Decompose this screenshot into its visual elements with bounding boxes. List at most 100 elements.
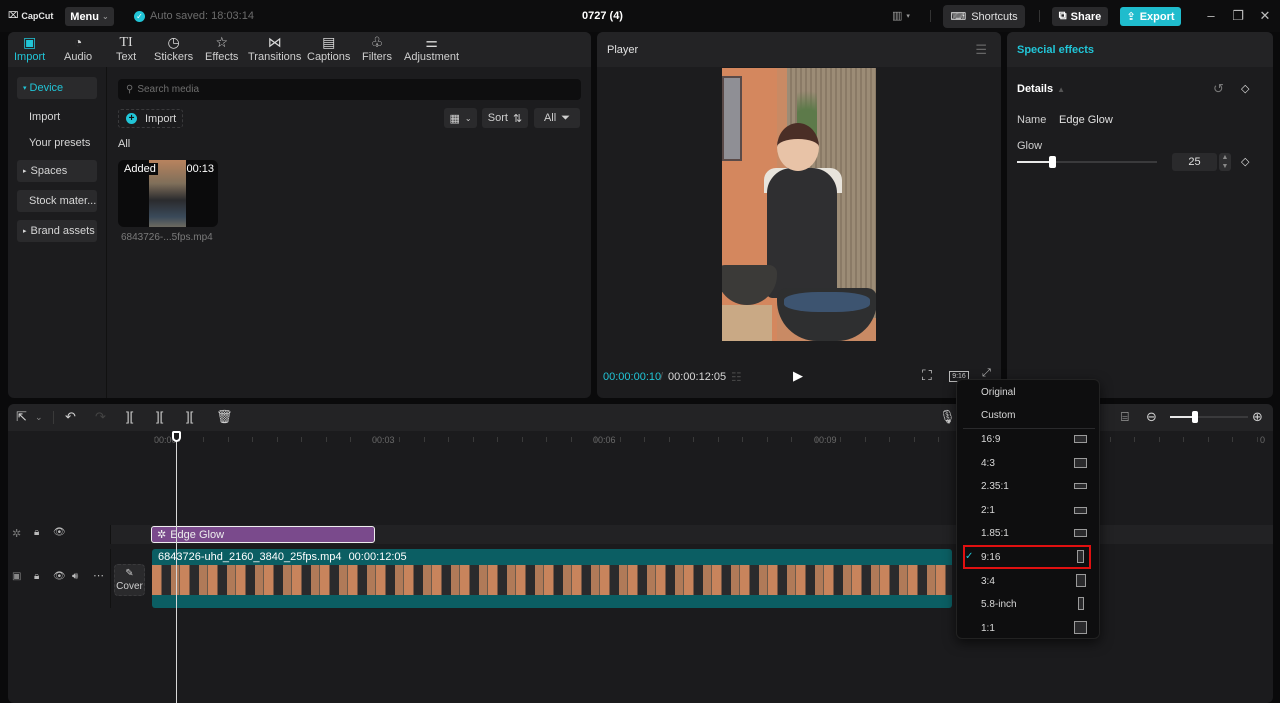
trim-left-icon[interactable]: ][ — [156, 409, 163, 424]
zoom-in-icon[interactable]: ⊕ — [1252, 409, 1263, 425]
ratio-option-2-1[interactable]: 2:1 — [957, 499, 1101, 521]
glow-slider[interactable] — [1017, 156, 1157, 168]
eye-icon[interactable]: 👁︎ — [53, 571, 66, 582]
sidebar-item-brand-assets[interactable]: ▸ Brand assets — [17, 220, 97, 242]
tab-import[interactable]: ▣ Import — [14, 34, 45, 63]
ratio-option-1-1[interactable]: 1:1 — [957, 617, 1101, 639]
import-button[interactable]: + Import — [118, 109, 183, 128]
clip-frame — [908, 565, 936, 595]
tab-effects[interactable]: ☆ Effects — [205, 34, 238, 63]
split-icon[interactable]: ][ — [126, 409, 133, 424]
fit-view-icon[interactable]: ⛶ — [922, 367, 932, 384]
glow-slider-thumb[interactable] — [1049, 156, 1056, 168]
share-button[interactable]: ⧉ Share — [1052, 7, 1108, 26]
hamburger-menu-icon[interactable]: ☰ — [975, 42, 987, 58]
video-clip[interactable]: 6843726-uhd_2160_3840_25fps.mp4 00:00:12… — [152, 549, 952, 608]
zoom-out-icon[interactable]: ⊖ — [1146, 409, 1157, 425]
export-button[interactable]: ⇪ Export — [1120, 7, 1181, 26]
microphone-icon[interactable]: 🎙 — [939, 409, 956, 425]
playhead-handle[interactable] — [172, 431, 181, 442]
play-button[interactable]: ▶ — [793, 368, 803, 384]
clip-frame — [488, 565, 516, 595]
sidebar-item-stock-material[interactable]: Stock mater... — [17, 190, 97, 212]
filter-button[interactable]: All ⏷ — [534, 108, 580, 128]
ratio-option-16-9[interactable]: 16:9 — [957, 428, 1101, 450]
video-preview[interactable] — [722, 68, 876, 341]
menu-button[interactable]: Menu ⌄ — [65, 7, 114, 26]
cover-button[interactable]: ✎ Cover — [114, 564, 145, 596]
close-button[interactable]: ✕ — [1257, 8, 1273, 24]
shortcuts-button[interactable]: ⌨ Shortcuts — [943, 5, 1025, 28]
glow-value-input[interactable]: 25 — [1172, 153, 1217, 171]
aspect-ratio-dropdown: Original Custom 16:9 4:3 2.35:1 2:1 1.85… — [956, 379, 1100, 639]
ratio-option-1-85-1[interactable]: 1.85:1 — [957, 522, 1101, 544]
search-input[interactable]: ⚲ Search media — [118, 79, 581, 100]
ruler-tick — [938, 437, 939, 442]
lock-icon[interactable]: 🔒︎ — [34, 571, 39, 582]
reset-icon[interactable]: ↺ — [1213, 81, 1224, 97]
clip-frame — [292, 565, 320, 595]
ruler-tick — [669, 437, 670, 442]
effect-clip[interactable]: ✲ Edge Glow — [151, 526, 375, 543]
ruler-tick — [1183, 437, 1184, 442]
ratio-4-3-icon — [1074, 458, 1087, 468]
tab-adjustment[interactable]: ⚌ Adjustment — [404, 34, 459, 63]
sidebar-item-spaces[interactable]: ▸ Spaces — [17, 160, 97, 182]
tab-stickers[interactable]: ◷ Stickers — [154, 34, 193, 63]
sidebar-item-import[interactable]: Import — [17, 106, 97, 128]
redo-icon[interactable]: ↷ — [95, 409, 106, 425]
tab-text[interactable]: TI Text — [116, 34, 136, 63]
ratio-option-original[interactable]: Original — [957, 381, 1101, 403]
clip-frame — [712, 565, 740, 595]
chevron-down-icon[interactable]: ⌄ — [35, 412, 43, 423]
details-section-toggle[interactable]: Details ▲ — [1017, 83, 1065, 95]
keyframe-icon[interactable]: ◇ — [1241, 82, 1249, 95]
sidebar-item-device[interactable]: ▾ Device — [17, 77, 97, 99]
ratio-option-5-8-inch[interactable]: 5.8-inch — [957, 593, 1101, 615]
ruler-tick — [228, 437, 229, 442]
zoom-fit-icon[interactable]: ⌸ — [1121, 409, 1129, 425]
properties-header[interactable]: Special effects — [1007, 32, 1273, 67]
timeline-zoom-slider[interactable] — [1170, 411, 1248, 423]
ratio-16-9-icon — [1074, 435, 1087, 443]
audio-icon: ◔ — [73, 34, 83, 50]
view-mode-button[interactable]: ▦ ⌄ — [444, 108, 477, 128]
grid-view-icon: ▦ — [449, 112, 460, 125]
ruler-tick — [595, 437, 596, 442]
ratio-option-2-35-1[interactable]: 2.35:1 — [957, 475, 1101, 497]
keyframe-icon[interactable]: ◇ — [1241, 155, 1249, 168]
chevron-down-icon: ▾ — [906, 12, 910, 20]
video-head — [777, 123, 819, 171]
tab-transitions[interactable]: ⋈ Transitions — [248, 34, 301, 63]
clip-frame — [544, 565, 572, 595]
sidebar-item-your-presets[interactable]: Your presets — [17, 132, 97, 154]
restore-button[interactable]: ❐ — [1230, 8, 1246, 24]
tab-audio[interactable]: ◔ Audio — [64, 34, 92, 63]
select-tool-icon[interactable]: ⇱ — [16, 409, 27, 425]
clip-frame — [208, 565, 236, 595]
lock-icon[interactable]: 🔒︎ — [34, 527, 39, 538]
delete-icon[interactable]: 🗑 — [216, 409, 233, 425]
media-item[interactable]: Added 00:13 — [118, 160, 218, 227]
undo-icon[interactable]: ↶ — [65, 409, 76, 425]
ratio-option-4-3[interactable]: 4:3 — [957, 452, 1101, 474]
more-icon[interactable]: ⋯ — [93, 569, 104, 582]
trim-right-icon[interactable]: ][ — [186, 409, 193, 424]
project-title: 0727 (4) — [582, 10, 623, 22]
sort-button[interactable]: Sort ⇅ — [482, 108, 528, 128]
audio-icon[interactable]: 🔊︎ — [72, 571, 78, 582]
title-bar: ⌧ CapCut Menu ⌄ ✓ Auto saved: 18:03:14 0727… — [0, 0, 1280, 32]
playhead-line[interactable] — [176, 431, 177, 703]
tab-filters[interactable]: ♧ Filters — [362, 34, 392, 63]
layout-button[interactable]: ▥ ▾ — [892, 9, 910, 22]
ratio-option-custom[interactable]: Custom — [957, 404, 1101, 426]
minimize-button[interactable]: – — [1203, 8, 1219, 23]
video-window — [722, 76, 742, 161]
tab-captions[interactable]: ▤ Captions — [307, 34, 350, 63]
media-tab-bar: ▣ Import ◔ Audio TI Text ◷ Stickers ☆ Effects… — [8, 32, 591, 67]
ratio-option-3-4[interactable]: 3:4 — [957, 570, 1101, 592]
zoom-slider-thumb[interactable] — [1191, 411, 1198, 423]
glow-stepper[interactable]: ▲ ▼ — [1219, 153, 1231, 171]
eye-icon[interactable]: 👁︎ — [53, 527, 66, 538]
frame-grid-icon[interactable]: ☷ — [731, 370, 742, 384]
